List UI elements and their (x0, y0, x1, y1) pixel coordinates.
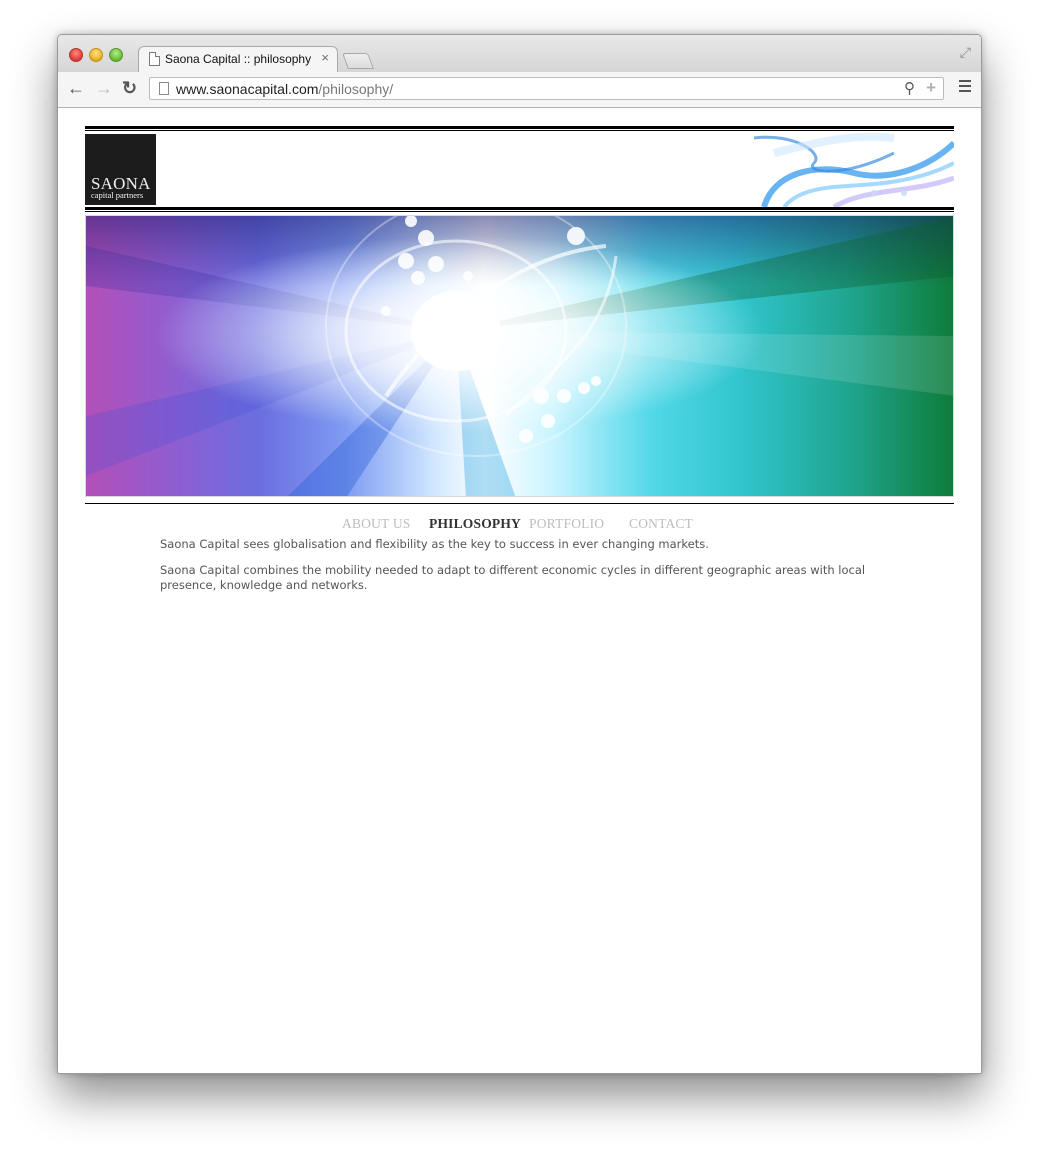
url-host: www.saonacapital.com (176, 81, 319, 97)
new-tab-button[interactable] (342, 53, 374, 69)
address-bar[interactable]: www.saonacapital.com/philosophy/ ⚲ + (149, 77, 944, 100)
saona-logo[interactable]: SAONA capital partners (85, 134, 156, 205)
philosophy-content: Saona Capital sees globalisation and fle… (160, 537, 880, 593)
active-tab[interactable]: Saona Capital :: philosophy × (138, 46, 338, 72)
nav-about-us[interactable]: ABOUT US (342, 516, 411, 532)
site-header: SAONA capital partners (85, 133, 954, 207)
url-path: /philosophy/ (318, 81, 394, 97)
tab-close-icon[interactable]: × (321, 50, 329, 65)
top-divider (85, 126, 954, 131)
browser-window: Saona Capital :: philosophy × ⤢ ← → ↻ ww… (57, 34, 982, 1074)
url-text[interactable]: www.saonacapital.com/philosophy/ (176, 81, 393, 97)
paragraph: Saona Capital combines the mobility need… (160, 563, 866, 592)
minimize-window-button[interactable] (89, 48, 103, 62)
fullscreen-icon[interactable]: ⤢ (960, 44, 971, 61)
close-window-button[interactable] (69, 48, 83, 62)
zoom-window-button[interactable] (109, 48, 123, 62)
site-container: SAONA capital partners ABOUT US PHILOSOP… (85, 126, 954, 604)
plus-icon[interactable]: + (926, 78, 936, 98)
nav-contact[interactable]: CONTACT (629, 516, 693, 532)
page-icon (159, 82, 169, 95)
reload-icon[interactable]: ↻ (122, 78, 137, 98)
header-divider (85, 207, 954, 212)
tab-strip: Saona Capital :: philosophy × ⤢ (58, 35, 981, 72)
hero-banner (85, 215, 954, 497)
banner-divider (85, 503, 954, 504)
logo-tagline: capital partners (91, 190, 144, 200)
main-nav: ABOUT US PHILOSOPHY PORTFOLIO CONTACT (85, 513, 954, 537)
document-icon (149, 52, 160, 66)
paragraph: Saona Capital sees globalisation and fle… (160, 537, 709, 551)
hero-light-burst (86, 216, 953, 496)
back-arrow-icon[interactable]: ← (67, 78, 85, 98)
header-swirl-graphic (754, 133, 954, 207)
forward-arrow-icon[interactable]: → (95, 78, 113, 98)
nav-portfolio[interactable]: PORTFOLIO (529, 516, 604, 532)
search-icon[interactable]: ⚲ (904, 79, 915, 97)
hamburger-menu-icon[interactable] (959, 80, 971, 95)
tab-title: Saona Capital :: philosophy (165, 52, 312, 66)
browser-toolbar: ← → ↻ www.saonacapital.com/philosophy/ ⚲… (58, 72, 981, 108)
web-page: SAONA capital partners ABOUT US PHILOSOP… (58, 108, 981, 1073)
nav-philosophy[interactable]: PHILOSOPHY (429, 516, 521, 532)
